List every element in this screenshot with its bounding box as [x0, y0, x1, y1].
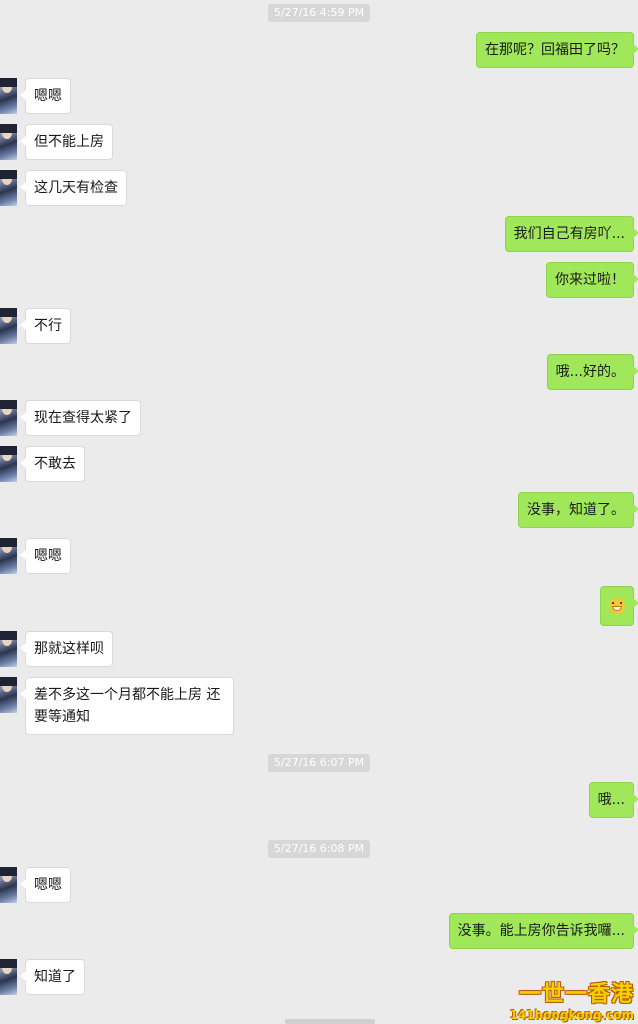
watermark-url: 141hongkong.com: [509, 1008, 634, 1022]
contact-avatar[interactable]: [0, 400, 17, 436]
message-bubble-incoming[interactable]: 嗯嗯: [20, 78, 71, 114]
message-bubble-incoming[interactable]: 不行: [20, 308, 71, 344]
message-bubble-incoming[interactable]: 知道了: [20, 959, 85, 995]
watermark-logo: 一世一香港 141hongkong.com: [510, 982, 634, 1022]
contact-avatar[interactable]: [0, 170, 17, 206]
contact-avatar[interactable]: [0, 538, 17, 574]
contact-avatar[interactable]: [0, 446, 17, 482]
scroll-indicator[interactable]: [285, 1019, 375, 1024]
message-bubble-outgoing[interactable]: 你来过啦！: [546, 262, 638, 298]
grinning-emoji-icon: [609, 598, 625, 614]
contact-avatar[interactable]: [0, 631, 17, 667]
message-bubble-incoming[interactable]: 这几天有检查: [20, 170, 127, 206]
message-bubble-incoming[interactable]: 但不能上房: [20, 124, 113, 160]
contact-avatar[interactable]: [0, 78, 17, 114]
timestamp: 5/27/16 6:08 PM: [267, 840, 371, 858]
message-bubble-outgoing[interactable]: 没事，知道了。: [518, 492, 638, 528]
message-bubble-incoming[interactable]: 不敢去: [20, 446, 85, 482]
contact-avatar[interactable]: [0, 677, 17, 713]
message-bubble-incoming[interactable]: 现在查得太紧了: [20, 400, 141, 436]
message-bubble-outgoing-emoji[interactable]: [600, 586, 638, 626]
message-bubble-outgoing[interactable]: 哦...: [588, 782, 638, 818]
message-bubble-outgoing[interactable]: 在那呢？回福田了吗？: [476, 32, 638, 68]
contact-avatar[interactable]: [0, 959, 17, 995]
message-bubble-incoming[interactable]: 那就这样呗: [20, 631, 113, 667]
message-bubble-incoming[interactable]: 嗯嗯: [20, 867, 71, 903]
contact-avatar[interactable]: [0, 867, 17, 903]
message-bubble-outgoing[interactable]: 没事。能上房你告诉我囉...: [448, 913, 638, 949]
message-bubble-incoming[interactable]: 嗯嗯: [20, 538, 71, 574]
timestamp: 5/27/16 6:07 PM: [267, 754, 371, 772]
message-bubble-incoming[interactable]: 差不多这一个月都不能上房 还要等通知: [20, 677, 234, 735]
contact-avatar[interactable]: [0, 308, 17, 344]
watermark-title: 一世一香港: [518, 982, 634, 1007]
timestamp: 5/27/16 4:59 PM: [267, 4, 371, 22]
contact-avatar[interactable]: [0, 124, 17, 160]
chat-history: 5/27/16 4:59 PM 在那呢？回福田了吗？ 嗯嗯 但不能上房 这几天有…: [0, 0, 638, 1024]
message-bubble-outgoing[interactable]: 我们自己有房吖...: [504, 216, 638, 252]
message-bubble-outgoing[interactable]: 哦...好的。: [546, 354, 638, 390]
